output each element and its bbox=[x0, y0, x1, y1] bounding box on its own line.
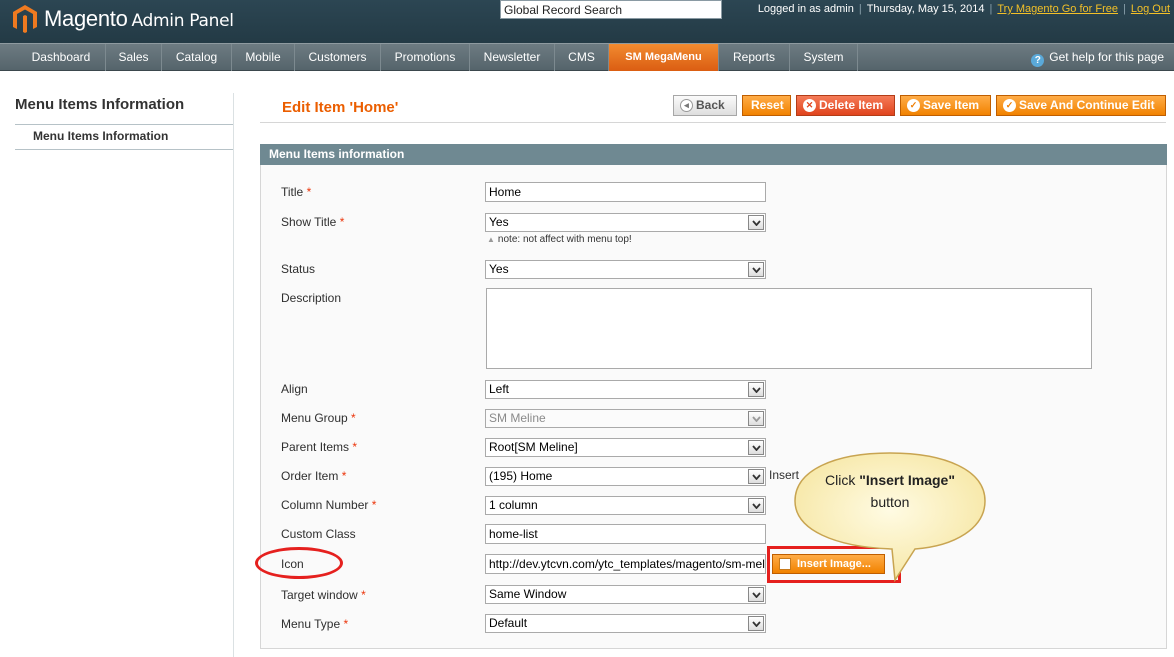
content-header-divider bbox=[260, 122, 1166, 123]
delete-x-icon: ✕ bbox=[803, 99, 816, 112]
description-textarea[interactable] bbox=[486, 288, 1092, 369]
order-item-select[interactable]: (195) Home bbox=[485, 467, 766, 486]
chevron-down-icon bbox=[748, 440, 764, 455]
target-window-select[interactable]: Same Window bbox=[485, 585, 766, 604]
nav-promotions[interactable]: Promotions bbox=[381, 44, 470, 71]
menu-type-label: Menu Type * bbox=[281, 617, 349, 631]
back-arrow-icon: ◂ bbox=[680, 99, 693, 112]
nav-system[interactable]: System bbox=[790, 44, 858, 71]
help-text: Get help for this page bbox=[1049, 50, 1164, 64]
reset-button[interactable]: Reset bbox=[742, 95, 791, 116]
sidebar-border bbox=[233, 93, 234, 657]
nav-cms[interactable]: CMS bbox=[555, 44, 609, 71]
nav-sales[interactable]: Sales bbox=[106, 44, 162, 71]
column-number-label: Column Number * bbox=[281, 498, 377, 512]
back-button[interactable]: ◂ Back bbox=[673, 95, 737, 116]
chevron-down-icon bbox=[748, 411, 764, 426]
save-item-button[interactable]: ✓ Save Item bbox=[900, 95, 991, 116]
title-input[interactable]: Home bbox=[485, 182, 766, 202]
main-nav: Dashboard Sales Catalog Mobile Customers… bbox=[0, 43, 1174, 71]
callout-text: Click "Insert Image" button bbox=[825, 472, 955, 510]
nav-newsletter[interactable]: Newsletter bbox=[470, 44, 555, 71]
custom-class-label: Custom Class bbox=[281, 527, 356, 541]
note-triangle-icon: ▲ bbox=[487, 235, 495, 244]
edit-page-icon bbox=[262, 100, 276, 114]
target-window-label: Target window * bbox=[281, 588, 366, 602]
help-link[interactable]: ? Get help for this page bbox=[1031, 44, 1164, 70]
check-icon: ✓ bbox=[907, 99, 920, 112]
custom-class-input[interactable]: home-list bbox=[485, 524, 766, 544]
check-icon: ✓ bbox=[1003, 99, 1016, 112]
icon-url-input[interactable]: http://dev.ytcvn.com/ytc_templates/magen… bbox=[485, 554, 766, 574]
column-number-select[interactable]: 1 column bbox=[485, 496, 766, 515]
section-body bbox=[260, 165, 1167, 649]
order-item-label: Order Item * bbox=[281, 469, 347, 483]
chevron-down-icon bbox=[748, 215, 764, 230]
show-title-label: Show Title * bbox=[281, 215, 345, 229]
current-date: Thursday, May 15, 2014 bbox=[866, 3, 985, 15]
try-magento-go-link[interactable]: Try Magento Go for Free bbox=[997, 3, 1118, 15]
sidebar-title: Menu Items Information bbox=[15, 96, 185, 113]
description-label: Description bbox=[281, 291, 342, 305]
sidebar-divider bbox=[15, 149, 234, 150]
chevron-down-icon bbox=[748, 469, 764, 484]
sidebar-item-menu-items-information[interactable]: Menu Items Information bbox=[33, 129, 168, 143]
sidebar-divider bbox=[15, 124, 234, 125]
align-select[interactable]: Left bbox=[485, 380, 766, 399]
help-icon: ? bbox=[1031, 54, 1045, 67]
nav-dashboard[interactable]: Dashboard bbox=[17, 44, 106, 71]
align-label: Align bbox=[281, 382, 308, 396]
save-and-continue-button[interactable]: ✓ Save And Continue Edit bbox=[996, 95, 1166, 116]
title-label: Title * bbox=[281, 185, 312, 199]
menu-type-select[interactable]: Default bbox=[485, 614, 766, 633]
page-title: Edit Item 'Home' bbox=[282, 99, 399, 116]
menu-group-label: Menu Group * bbox=[281, 411, 356, 425]
logo-text: Magento Admin Panel bbox=[44, 6, 234, 31]
admin-header: Magento Admin Panel Global Record Search … bbox=[0, 0, 1174, 43]
menu-group-select: SM Meline bbox=[485, 409, 766, 428]
chevron-down-icon bbox=[748, 262, 764, 277]
magento-logo[interactable]: Magento Admin Panel bbox=[12, 2, 234, 36]
magento-logo-icon bbox=[13, 5, 37, 33]
status-select[interactable]: Yes bbox=[485, 260, 766, 279]
chevron-down-icon bbox=[748, 587, 764, 602]
parent-items-label: Parent Items * bbox=[281, 440, 358, 454]
logged-in-text: Logged in as admin bbox=[757, 3, 854, 15]
nav-reports[interactable]: Reports bbox=[719, 44, 790, 71]
nav-mobile[interactable]: Mobile bbox=[232, 44, 295, 71]
nav-catalog[interactable]: Catalog bbox=[162, 44, 232, 71]
chevron-down-icon bbox=[748, 498, 764, 513]
delete-item-button[interactable]: ✕ Delete Item bbox=[796, 95, 895, 116]
section-header: Menu Items information bbox=[260, 144, 1167, 165]
header-links: Logged in as admin | Thursday, May 15, 201… bbox=[757, 3, 1170, 15]
show-title-note: ▲ note: not affect with menu top! bbox=[487, 234, 632, 245]
status-label: Status bbox=[281, 262, 316, 276]
nav-customers[interactable]: Customers bbox=[295, 44, 381, 71]
chevron-down-icon bbox=[748, 616, 764, 631]
icon-highlight-oval bbox=[255, 547, 343, 579]
parent-items-select[interactable]: Root[SM Meline] bbox=[485, 438, 766, 457]
logout-link[interactable]: Log Out bbox=[1131, 3, 1170, 15]
chevron-down-icon bbox=[748, 382, 764, 397]
show-title-select[interactable]: Yes bbox=[485, 213, 766, 232]
nav-sm-megamenu[interactable]: SM MegaMenu bbox=[609, 44, 719, 71]
global-search-input[interactable]: Global Record Search bbox=[500, 0, 722, 19]
